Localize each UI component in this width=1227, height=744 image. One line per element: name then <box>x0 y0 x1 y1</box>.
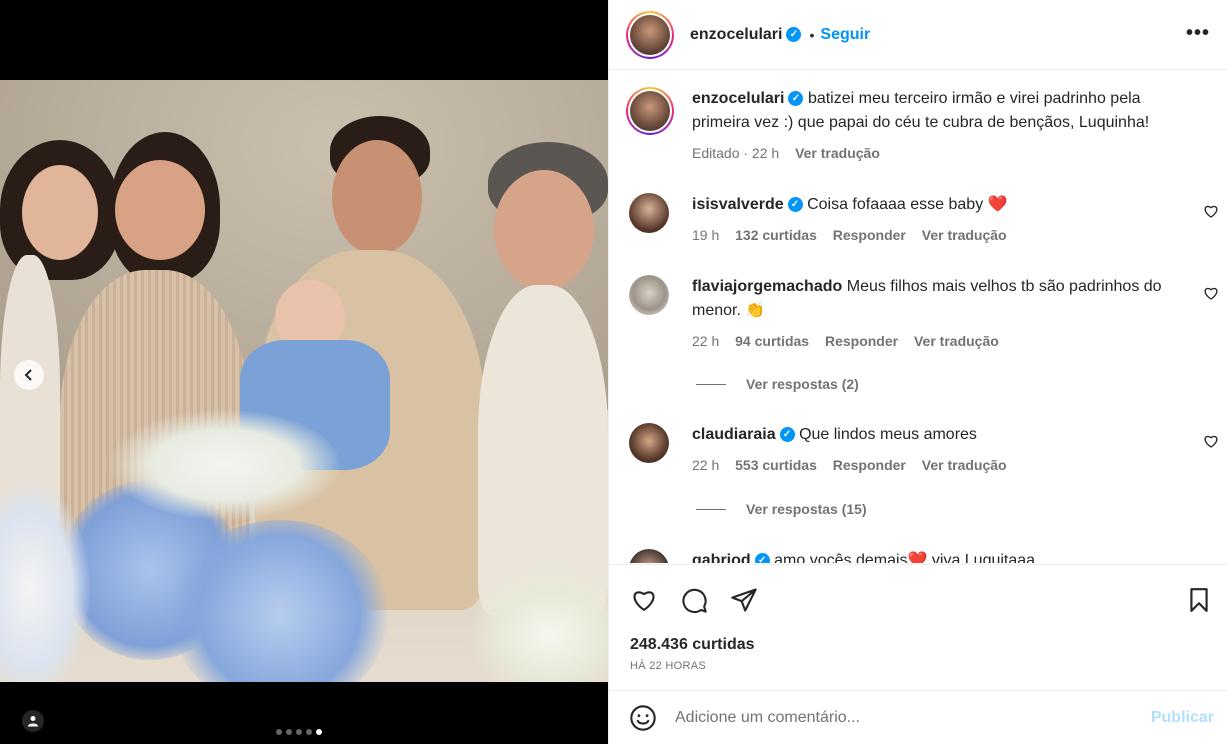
photo-person <box>115 160 205 260</box>
post-photo[interactable] <box>0 80 608 682</box>
verified-icon: ✓ <box>754 553 770 563</box>
comment-item: gabriod ✓ amo vocês demais❤️ viva Luquita… <box>629 549 1219 563</box>
comment-item: flaviajorgemachado Meus filhos mais velh… <box>629 275 1219 353</box>
likes-count[interactable]: 248.436 curtidas <box>630 636 755 654</box>
photo-person <box>22 165 98 260</box>
comment-time: 22 h <box>692 333 720 349</box>
user-icon <box>28 716 38 727</box>
translate-link[interactable]: Ver tradução <box>914 333 999 349</box>
photo-person <box>494 170 594 290</box>
post-header: enzocelulari ✓ • Seguir ••• <box>609 0 1227 70</box>
author-avatar[interactable] <box>626 87 674 135</box>
heart-icon[interactable] <box>1203 203 1219 219</box>
author-avatar[interactable] <box>626 10 674 59</box>
commenter-avatar[interactable] <box>629 423 669 463</box>
view-replies-label: Ver respostas (2) <box>746 376 859 392</box>
comment-likes[interactable]: 553 curtidas <box>735 457 817 473</box>
carousel-dot <box>286 729 292 735</box>
comment-text: Que lindos meus amores <box>799 426 977 443</box>
comment-composer: Publicar <box>609 690 1227 744</box>
verified-icon: ✓ <box>787 197 803 213</box>
comment-text: amo vocês demais❤️ viva Luquitaaa <box>774 552 1036 563</box>
comment-text: Coisa fofaaaa esse baby ❤️ <box>807 196 1008 213</box>
commenter-avatar[interactable] <box>629 549 669 563</box>
caption-translate-link[interactable]: Ver tradução <box>795 145 880 161</box>
comment-item: claudiaraia ✓ Que lindos meus amores 22 h… <box>629 423 1219 477</box>
heart-icon <box>633 591 655 611</box>
send-icon <box>731 588 757 612</box>
comment-time: 22 h <box>692 457 720 473</box>
post-actions: 248.436 curtidas HÁ 22 HORAS <box>609 564 1227 690</box>
post-media <box>0 0 608 744</box>
tagged-users-button[interactable] <box>22 710 44 732</box>
follow-button[interactable]: Seguir <box>820 26 870 44</box>
commenter-username[interactable]: gabriod <box>692 552 751 563</box>
view-replies-button[interactable]: Ver respostas (15) <box>696 501 867 517</box>
comment-item: isisvalverde ✓ Coisa fofaaaa esse baby ❤️… <box>629 193 1219 247</box>
save-button[interactable] <box>1184 585 1214 615</box>
commenter-avatar[interactable] <box>629 275 669 315</box>
photo-person <box>478 285 608 615</box>
photo-person <box>332 140 422 255</box>
heart-icon[interactable] <box>1203 285 1219 301</box>
replies-divider <box>696 508 726 510</box>
author-username[interactable]: enzocelulari <box>690 26 782 44</box>
view-replies-button[interactable]: Ver respostas (2) <box>696 376 859 392</box>
verified-icon: ✓ <box>786 27 802 42</box>
commenter-username[interactable]: isisvalverde <box>692 196 784 213</box>
commenter-username[interactable]: claudiaraia <box>692 426 776 443</box>
more-options-icon[interactable]: ••• <box>1186 22 1210 45</box>
caption-username[interactable]: enzocelulari <box>692 90 784 107</box>
verified-icon: ✓ <box>779 427 795 443</box>
separator-dot: • <box>809 26 815 43</box>
like-button[interactable] <box>629 585 659 615</box>
caption-edited-time: Editado · 22 h <box>692 145 780 161</box>
heart-icon[interactable] <box>1203 433 1219 449</box>
carousel-dot <box>306 729 312 735</box>
reply-button[interactable]: Responder <box>825 333 898 349</box>
reply-button[interactable]: Responder <box>833 457 906 473</box>
carousel-dot-active <box>316 729 322 735</box>
emoji-icon[interactable] <box>629 704 657 732</box>
post-caption: enzocelulari ✓ batizei meu terceiro irmão… <box>626 87 1216 165</box>
translate-link[interactable]: Ver tradução <box>922 227 1007 243</box>
publish-button[interactable]: Publicar <box>1151 709 1214 727</box>
comment-button[interactable] <box>679 585 709 615</box>
comment-likes[interactable]: 94 curtidas <box>735 333 809 349</box>
view-replies-label: Ver respostas (15) <box>746 501 867 517</box>
chevron-left-icon <box>24 369 32 381</box>
bookmark-icon <box>1190 588 1208 612</box>
carousel-indicator <box>276 729 322 735</box>
carousel-dot <box>296 729 302 735</box>
carousel-dot <box>276 729 282 735</box>
comments-list[interactable]: enzocelulari ✓ batizei meu terceiro irmão… <box>609 71 1227 563</box>
carousel-prev-button[interactable] <box>14 360 44 390</box>
photo-flowers <box>110 410 340 520</box>
comment-icon <box>682 588 707 613</box>
translate-link[interactable]: Ver tradução <box>922 457 1007 473</box>
replies-divider <box>696 383 726 385</box>
post-time-ago[interactable]: HÁ 22 HORAS <box>630 660 706 672</box>
post-side-panel: enzocelulari ✓ • Seguir ••• enzocelulari… <box>608 0 1227 744</box>
commenter-username[interactable]: flaviajorgemachado <box>692 278 842 295</box>
commenter-avatar[interactable] <box>629 193 669 233</box>
comment-likes[interactable]: 132 curtidas <box>735 227 817 243</box>
comment-time: 19 h <box>692 227 720 243</box>
reply-button[interactable]: Responder <box>833 227 906 243</box>
comment-input[interactable] <box>675 708 1115 727</box>
share-button[interactable] <box>729 585 759 615</box>
verified-icon: ✓ <box>788 91 804 107</box>
instagram-post-view: enzocelulari ✓ • Seguir ••• enzocelulari… <box>0 0 1227 744</box>
